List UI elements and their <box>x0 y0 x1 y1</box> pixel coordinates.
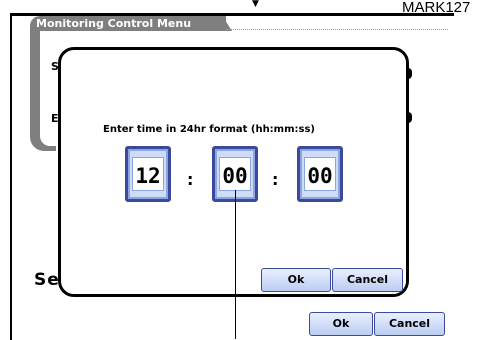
callout-marker-icon: ▼ <box>252 0 259 9</box>
callout-label: MARK127 <box>402 0 471 12</box>
minutes-value: 00 <box>222 164 248 188</box>
callout-line <box>235 190 236 339</box>
menu-title: Monitoring Control Menu <box>36 17 192 30</box>
hours-value: 12 <box>135 164 161 188</box>
dialog-ok-button[interactable]: Ok <box>261 268 331 292</box>
header-divider <box>226 29 448 30</box>
dialog-prompt: Enter time in 24hr format (hh:mm:ss) <box>103 124 315 135</box>
time-separator: : <box>272 170 279 189</box>
time-separator: : <box>187 170 194 189</box>
hours-field[interactable]: 12 <box>125 146 171 202</box>
left-rail-inner <box>40 31 56 146</box>
menu-ok-button[interactable]: Ok <box>309 312 373 336</box>
seconds-value: 00 <box>307 164 333 188</box>
menu-cancel-button[interactable]: Cancel <box>374 312 445 336</box>
seconds-field[interactable]: 00 <box>297 146 343 202</box>
dialog-cancel-button[interactable]: Cancel <box>332 268 403 292</box>
menu-row-bottom-label: Se <box>34 270 60 290</box>
